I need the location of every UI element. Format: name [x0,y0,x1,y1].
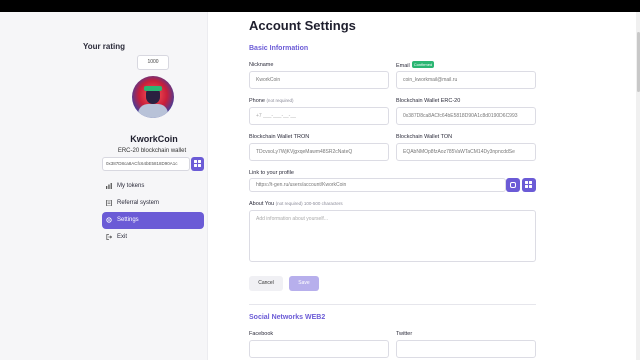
confirmed-badge: Confirmed [411,61,435,68]
sidebar-item-my-tokens[interactable]: My tokens [102,178,204,195]
document-icon [106,200,112,206]
section-basic-information: Basic Information [249,45,309,52]
copy-icon [510,182,516,188]
about-textarea[interactable]: Add information about yourself... [249,210,536,262]
email-label: Email Confirmed [396,61,435,69]
twitter-field[interactable] [396,340,536,358]
exit-icon [106,234,112,240]
facebook-field[interactable] [249,340,389,358]
profile-link-label: Link to your profile [249,170,294,176]
erc20-label: Blockchain Wallet ERC-20 [396,98,461,104]
sidebar-item-settings[interactable]: Settings [102,212,204,229]
sidebar-wallet-field[interactable]: 0x387D8ca8ACfc64bE5818D90A1c [102,157,190,171]
section-social-networks: Social Networks WEB2 [249,314,326,321]
erc20-wallet-field[interactable]: 0x387D8ca8ACfc64bE5818D90A1c8d0190D6C993 [396,107,536,125]
bars-icon [106,183,112,189]
scrollbar[interactable] [636,12,640,360]
phone-label: Phone (not required) [249,98,294,104]
sidebar-item-label: Referral system [117,200,160,206]
copy-link-button[interactable] [506,178,520,192]
qr-link-button[interactable] [522,178,536,192]
twitter-label: Twitter [396,331,413,337]
rating-title: Your rating [82,42,126,51]
phone-field[interactable]: +7 ___-___-__-__ [249,107,389,125]
section-divider [249,304,536,305]
page-title: Account Settings [249,18,356,33]
email-field[interactable]: coin_kworkmail@mail.ru [396,71,536,89]
ton-label: Blockchain Wallet TON [396,134,453,140]
sidebar-item-label: My tokens [117,183,145,189]
sidebar-item-referral[interactable]: Referral system [102,195,204,212]
sidebar-wallet-qr-button[interactable] [191,157,204,171]
avatar [132,76,174,118]
facebook-label: Facebook [249,331,274,337]
main-content: Account Settings Basic Information Nickn… [208,12,640,360]
tron-label: Blockchain Wallet TRON [249,134,310,140]
sidebar-item-label: Exit [117,234,128,240]
sidebar-item-label: Settings [117,217,139,223]
ton-wallet-field[interactable]: EQAbNMOp8fzAoz785VaWTaCM14Dy3npncddSe [396,143,536,161]
sidebar-item-exit[interactable]: Exit [102,229,204,246]
sidebar-menu: My tokens Referral system Settings Exit [102,178,204,246]
about-label: About You (not required) 100-500 charact… [249,201,343,207]
rating-value: 1000 [137,55,169,70]
avatar-badge [144,86,162,91]
tron-wallet-field[interactable]: TDcvsoLy7WjKVjgxqeMawm48SR2cNateQ [249,143,389,161]
avatar-body [138,104,168,118]
gear-icon [106,217,112,223]
profile-link-field[interactable]: https://t-gen.ru/users/account/KworkCoin [249,178,506,192]
save-button[interactable]: Save [289,276,319,291]
grid-icon [525,181,532,188]
nickname-label: Nickname [249,62,274,68]
cancel-button[interactable]: Cancel [249,276,283,291]
top-bar [0,0,640,12]
grid-icon [194,160,201,167]
nickname-field[interactable]: KworkCoin [249,71,389,89]
